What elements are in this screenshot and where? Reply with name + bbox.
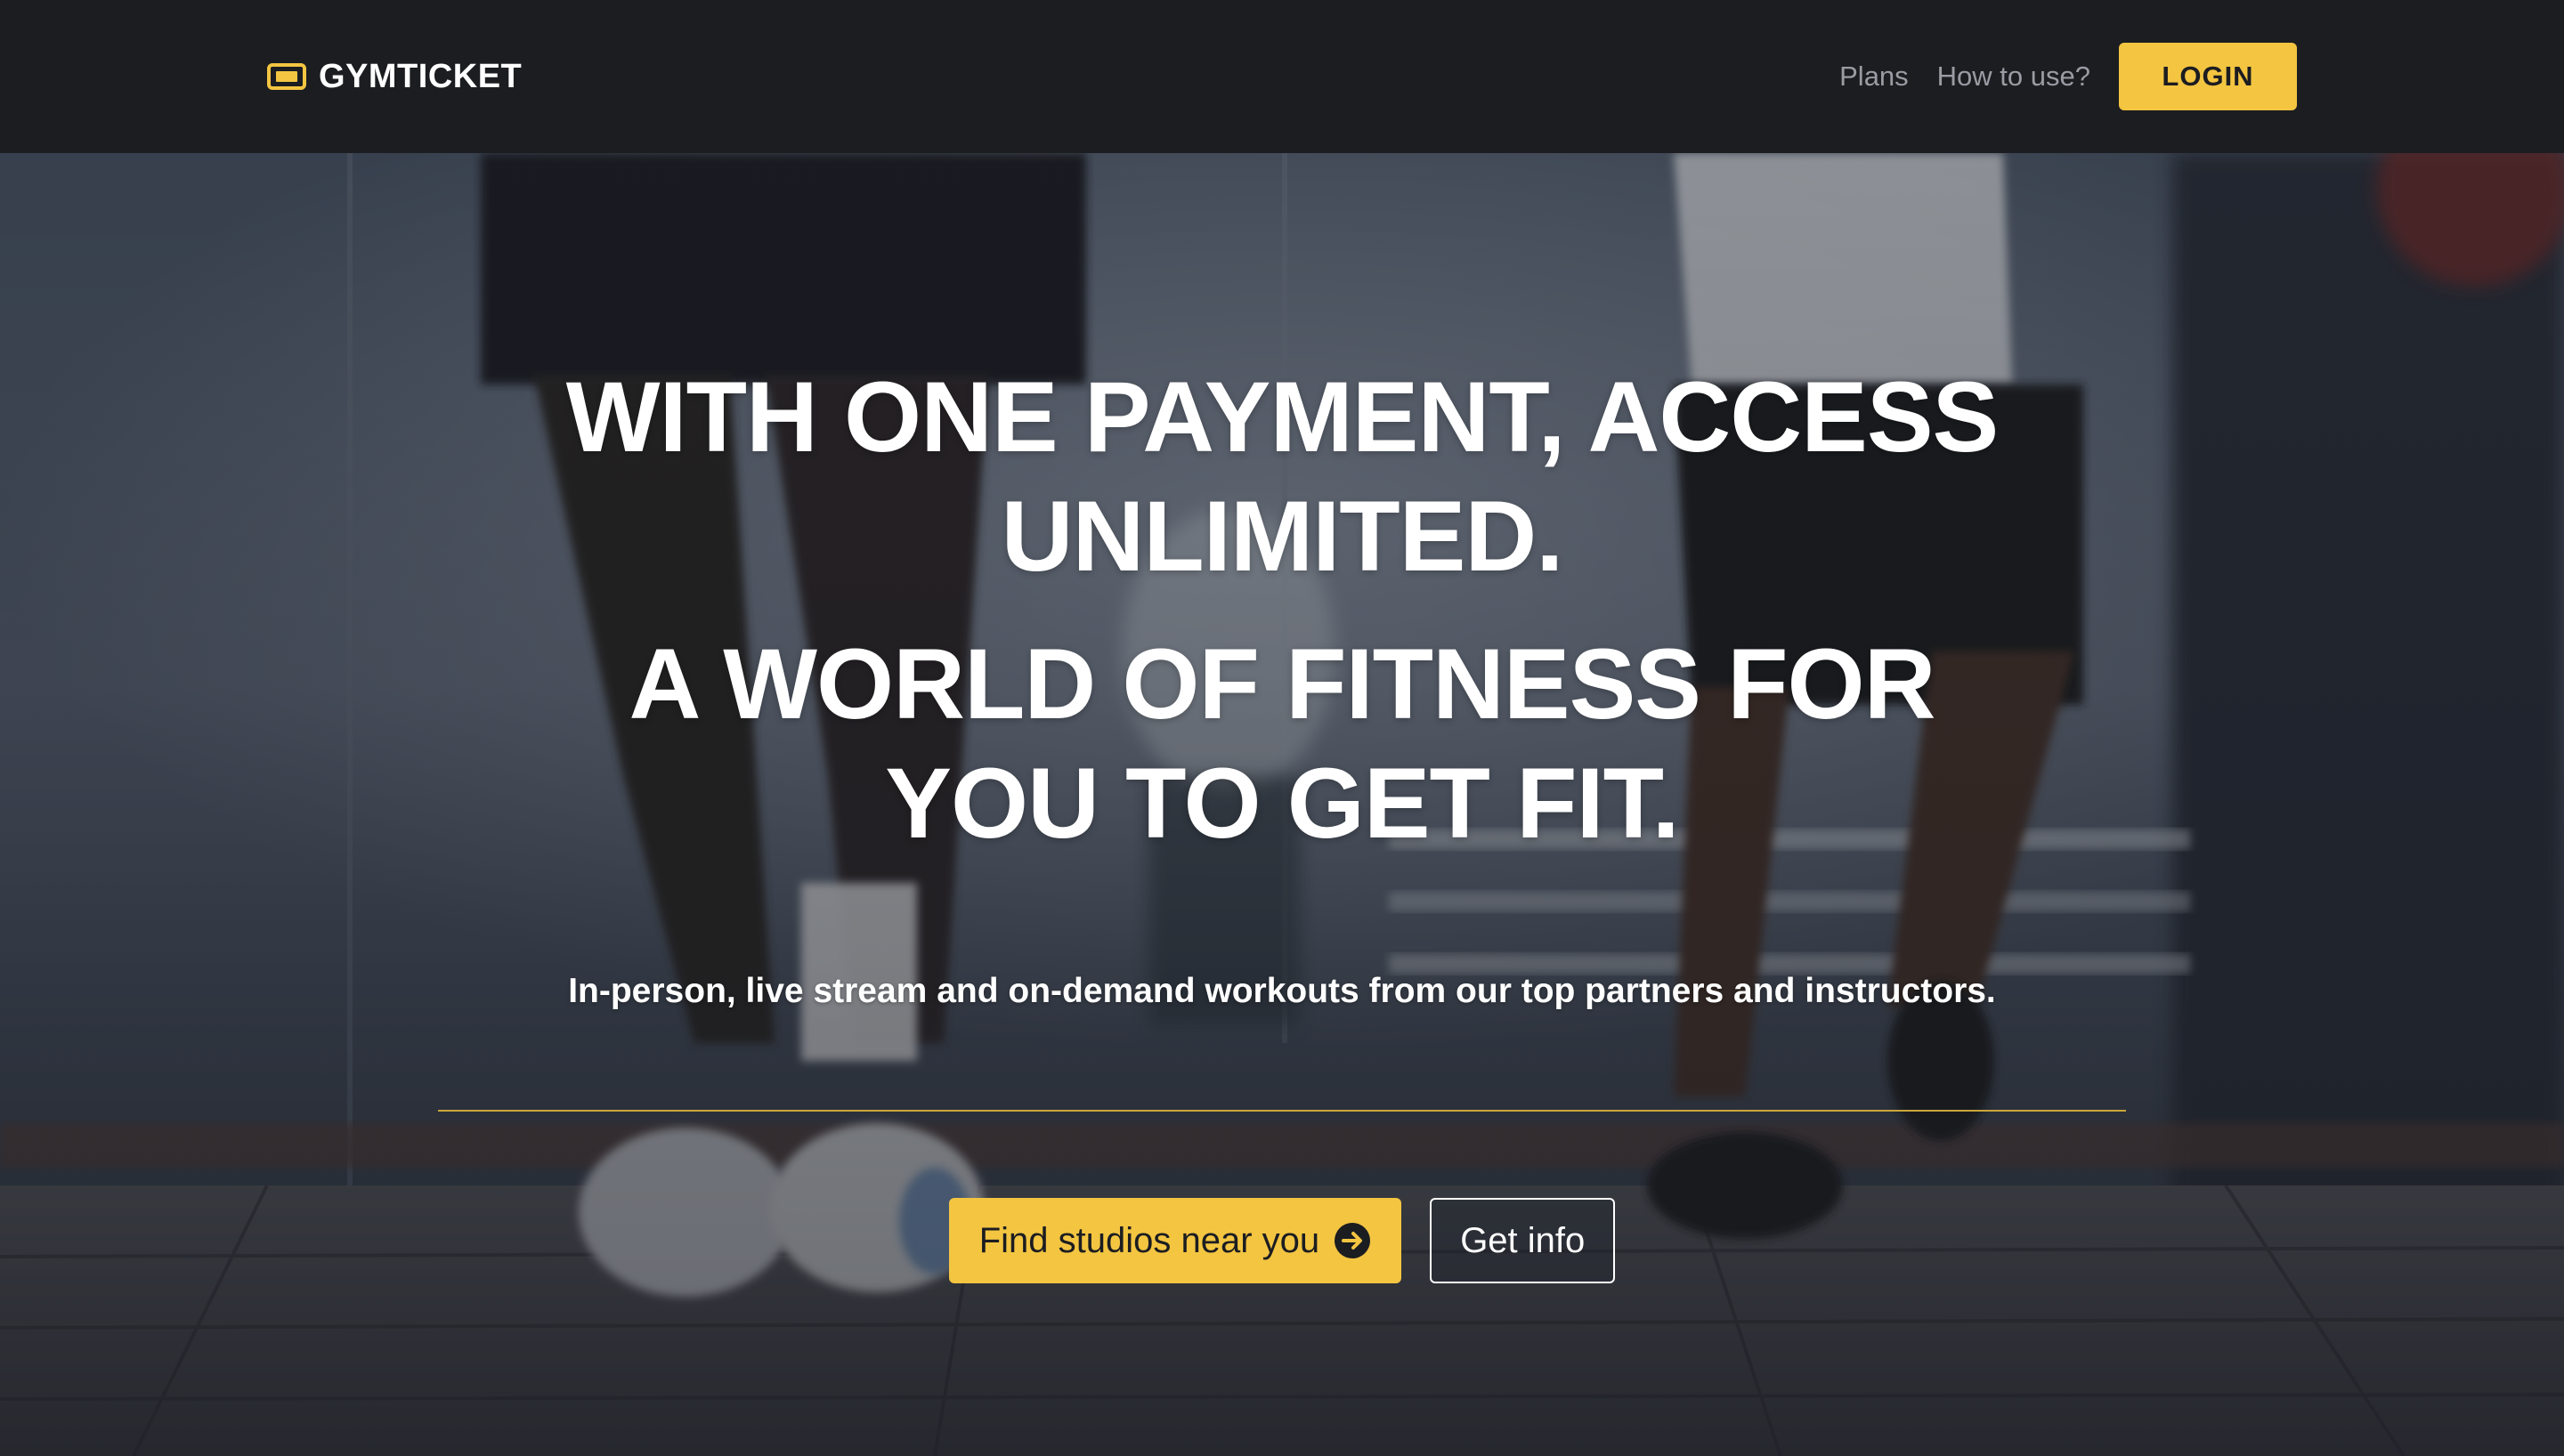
brand-logo[interactable]: GYMTICKET [267, 58, 522, 96]
cta-row: Find studios near you Get info [0, 1198, 2564, 1283]
hero-headline-line-2: UNLIMITED. [1001, 481, 1564, 592]
nav-link-plans[interactable]: Plans [1839, 61, 1909, 93]
hero-headline-secondary: A WORLD OF FITNESS FOR YOU TO GET FIT. [0, 625, 2564, 863]
brand-name: GYMTICKET [319, 57, 523, 95]
hero-divider [438, 1110, 2126, 1112]
nav-link-how-to-use[interactable]: How to use? [1937, 61, 2090, 93]
hero-headline-line-4: YOU TO GET FIT. [885, 748, 1679, 859]
hero-headline-primary: WITH ONE PAYMENT, ACCESS UNLIMITED. [0, 358, 2564, 596]
hero-subtext: In-person, live stream and on-demand wor… [568, 972, 1996, 1010]
ticket-icon [267, 63, 306, 90]
nav-menu: Plans How to use? LOGIN [1839, 43, 2297, 110]
navbar: GYMTICKET Plans How to use? LOGIN [0, 0, 2564, 153]
hero-section: WITH ONE PAYMENT, ACCESS UNLIMITED. A WO… [0, 153, 2564, 1456]
arrow-right-circle-icon [1335, 1223, 1371, 1258]
hero-headline-line-1: WITH ONE PAYMENT, ACCESS [565, 361, 1999, 473]
login-button[interactable]: LOGIN [2119, 43, 2297, 110]
get-info-button[interactable]: Get info [1430, 1198, 1616, 1283]
page: GYMTICKET Plans How to use? LOGIN WITH O… [0, 0, 2564, 1456]
find-studios-label: Find studios near you [978, 1220, 1320, 1260]
hero-headline-line-3: A WORLD OF FITNESS FOR [629, 628, 1935, 740]
hero-content: WITH ONE PAYMENT, ACCESS UNLIMITED. A WO… [0, 153, 2564, 1456]
find-studios-button[interactable]: Find studios near you [948, 1198, 1402, 1283]
